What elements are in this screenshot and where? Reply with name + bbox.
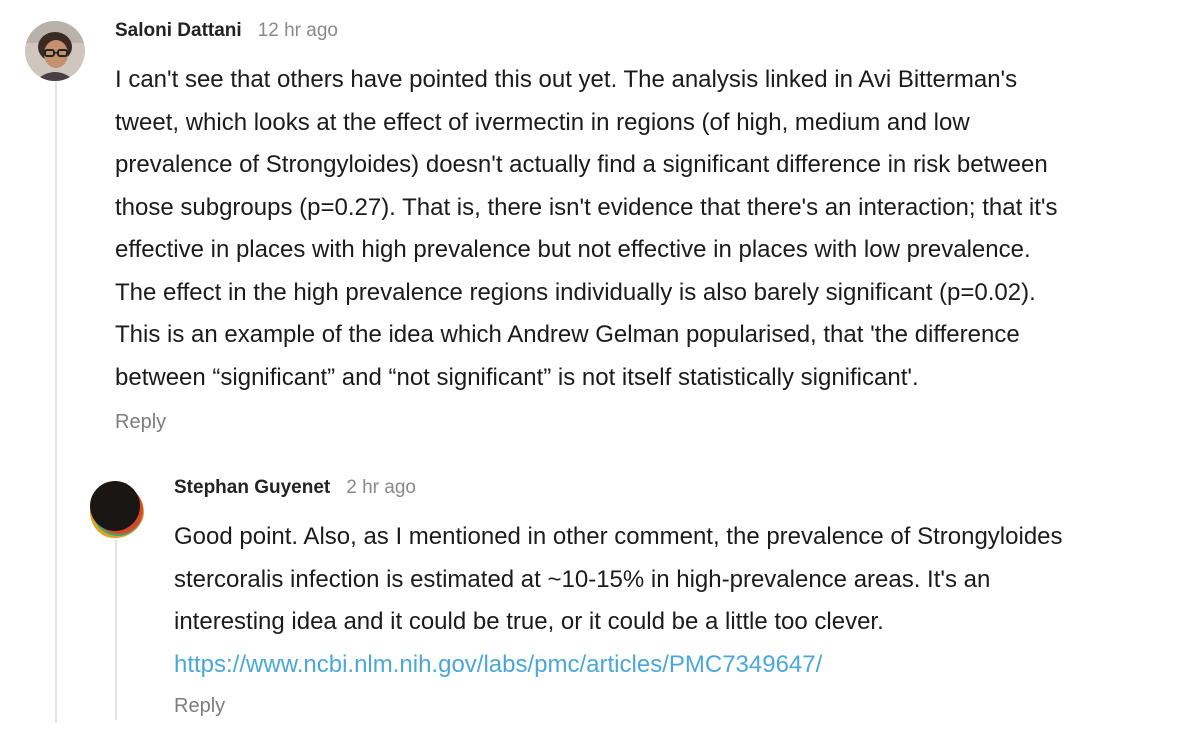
comment-header: Stephan Guyenet 2 hr ago [174,477,1190,507]
comment-header: Saloni Dattani 12 hr ago [115,20,1190,50]
comment-line: prevalence of Strongyloides) doesn't act… [115,151,1048,178]
reply-button[interactable]: Reply [174,695,225,718]
thread-line [55,82,57,722]
author-name[interactable]: Saloni Dattani [115,20,242,42]
timestamp[interactable]: 2 hr ago [346,477,416,499]
comment-line: those subgroups (p=0.27). That is, there… [115,193,1058,221]
avatar[interactable] [25,21,85,81]
reply-thread-line [115,540,117,720]
avatar[interactable] [85,478,145,538]
comment-line: between “significant” and “not significa… [115,363,919,391]
comment-line: interesting idea and it could be true, o… [174,608,884,635]
article-link[interactable]: https://www.ncbi.nlm.nih.gov/labs/pmc/ar… [174,651,822,678]
comment: Stephan Guyenet 2 hr ago Good point. Als… [174,477,1190,718]
comment-line: I can't see that others have pointed thi… [115,66,1018,93]
timestamp[interactable]: 12 hr ago [258,20,338,42]
comment-line: Good point. Also, as I mentioned in othe… [174,523,1063,550]
comment-line: This is an example of the idea which And… [115,321,1020,348]
comment: Saloni Dattani 12 hr ago I can't see tha… [115,20,1190,434]
author-name[interactable]: Stephan Guyenet [174,477,330,499]
comment-line: The effect in the high prevalence region… [115,278,1036,306]
comment-line: effective in places with high prevalence… [115,236,1031,263]
comment-line: tweet, which looks at the effect of iver… [115,108,970,136]
comment-body: Good point. Also, as I mentioned in othe… [174,516,1190,686]
comment-line: stercoralis infection is estimated at ~1… [174,565,991,593]
reply-button[interactable]: Reply [115,411,166,434]
comment-body: I can't see that others have pointed thi… [115,59,1190,399]
